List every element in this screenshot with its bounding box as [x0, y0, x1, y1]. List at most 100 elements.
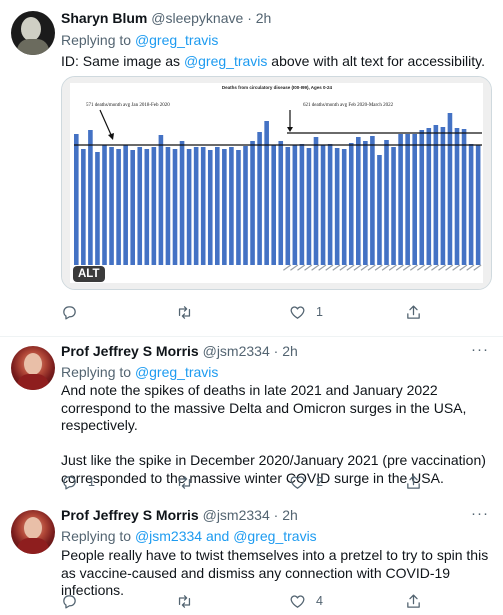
chart-bar: [144, 149, 150, 265]
more-options-icon[interactable]: ···: [471, 341, 489, 358]
tweet-text: ID: Same image as @greg_travis above wit…: [61, 53, 491, 71]
chart-bar: [243, 146, 248, 265]
tweet-image[interactable]: Deaths from circulatory disease (I00-I99…: [61, 76, 492, 290]
chart-bar: [158, 135, 164, 265]
replying-label: Replying to: [61, 528, 132, 544]
replying-to: Replying to @jsm2334 and @greg_travis: [61, 528, 317, 544]
author-handle[interactable]: @jsm2334: [203, 507, 270, 523]
reply-button[interactable]: 1: [61, 472, 95, 492]
chart-bar: [95, 152, 100, 265]
tweet-header: Prof Jeffrey S Morris @jsm2334 · 2h: [61, 343, 298, 363]
chart-bar: [285, 147, 291, 265]
separator-dot: ·: [273, 343, 279, 359]
reply-button[interactable]: [61, 302, 88, 322]
avatar-head: [24, 353, 42, 375]
chart-bar: [130, 150, 135, 265]
chart-bar: [215, 147, 220, 265]
retweet-button[interactable]: [176, 591, 203, 611]
share-button[interactable]: [405, 302, 422, 322]
chart-bar: [264, 121, 269, 265]
tweet-actions: 1: [61, 302, 421, 322]
chart-bar: [172, 149, 178, 265]
chart-bar: [165, 147, 171, 265]
chart-bar: [363, 141, 368, 265]
separator-dot: ·: [273, 507, 279, 523]
chart-bar: [313, 137, 319, 265]
tweet-paragraph: And note the spikes of deaths in late 20…: [61, 382, 467, 433]
chart-bar: [461, 129, 467, 265]
tweet[interactable]: Prof Jeffrey S Morris @jsm2334 · 2h ··· …: [0, 501, 503, 615]
share-button[interactable]: [405, 472, 422, 492]
mention-link[interactable]: @jsm2334: [135, 528, 202, 544]
author-handle[interactable]: @jsm2334: [203, 343, 270, 359]
chart-bar: [405, 134, 410, 265]
avatar[interactable]: [11, 346, 55, 390]
chart-bar: [116, 149, 121, 265]
chart-bar: [341, 149, 347, 265]
reply-button[interactable]: [61, 591, 88, 611]
chart-bar: [440, 127, 446, 265]
avatar-body: [17, 39, 49, 55]
like-button[interactable]: 1: [289, 302, 323, 322]
chart-bar: [229, 147, 234, 265]
retweet-button[interactable]: [176, 472, 203, 492]
chart-bar: [377, 155, 382, 265]
avatar[interactable]: [11, 510, 55, 554]
chart-bar: [271, 145, 276, 265]
chart-bar: [123, 145, 128, 265]
reply-icon: [63, 305, 76, 320]
reply-count: 1: [88, 475, 95, 489]
author-name[interactable]: Sharyn Blum: [61, 10, 147, 26]
like-button[interactable]: 4: [289, 591, 323, 611]
chart-bar: [391, 147, 396, 265]
share-icon: [407, 474, 420, 489]
share-button[interactable]: [405, 591, 422, 611]
chart-image: Deaths from circulatory disease (I00-I99…: [62, 77, 491, 289]
author-handle[interactable]: @sleepyknave: [151, 10, 243, 26]
tweet-header: Prof Jeffrey S Morris @jsm2334 · 2h: [61, 507, 298, 527]
tweet-text-part: ID: Same image as: [61, 53, 184, 69]
replying-and: and: [205, 528, 230, 544]
share-icon: [407, 593, 420, 608]
mention-link[interactable]: @greg_travis: [184, 53, 267, 69]
mention-link[interactable]: @greg_travis: [135, 364, 218, 380]
mention-link[interactable]: @greg_travis: [233, 528, 316, 544]
chart-bar: [151, 147, 157, 265]
replying-label: Replying to: [61, 364, 132, 380]
like-count: 1: [316, 305, 323, 319]
chart-bar: [179, 141, 185, 265]
chart-bar: [433, 125, 439, 265]
retweet-icon: [178, 305, 191, 319]
timestamp[interactable]: 2h: [256, 10, 272, 26]
like-button[interactable]: 2: [289, 472, 323, 492]
avatar-body: [17, 374, 49, 390]
alt-badge[interactable]: ALT: [73, 266, 105, 282]
chart-bar: [468, 144, 474, 265]
timestamp[interactable]: 2h: [282, 507, 298, 523]
chart-bar: [426, 128, 432, 265]
chart-bar: [88, 130, 93, 265]
chart-bar: [419, 130, 425, 265]
timestamp[interactable]: 2h: [282, 343, 298, 359]
chart-bar: [454, 128, 460, 265]
chart-bar: [236, 150, 241, 265]
share-icon: [407, 304, 420, 319]
author-name[interactable]: Prof Jeffrey S Morris: [61, 343, 199, 359]
avatar[interactable]: [11, 11, 55, 55]
reply-icon: [63, 594, 76, 609]
heart-icon: [290, 475, 305, 489]
mention-link[interactable]: @greg_travis: [135, 32, 218, 48]
chart-bar: [257, 132, 262, 265]
author-name[interactable]: Prof Jeffrey S Morris: [61, 507, 199, 523]
chart-bar: [250, 141, 255, 265]
tweet[interactable]: Prof Jeffrey S Morris @jsm2334 · 2h ··· …: [0, 337, 503, 501]
chart-bar: [412, 134, 417, 265]
more-options-icon[interactable]: ···: [471, 505, 489, 522]
tweet[interactable]: Sharyn Blum @sleepyknave · 2h Replying t…: [0, 0, 503, 337]
chart-annotation-right: 621 deaths/month avg Feb 2020-March 2022: [303, 103, 394, 108]
retweet-button[interactable]: [176, 302, 203, 322]
retweet-icon: [178, 594, 191, 608]
chart-bar: [348, 143, 354, 265]
chart-bar: [222, 149, 227, 265]
